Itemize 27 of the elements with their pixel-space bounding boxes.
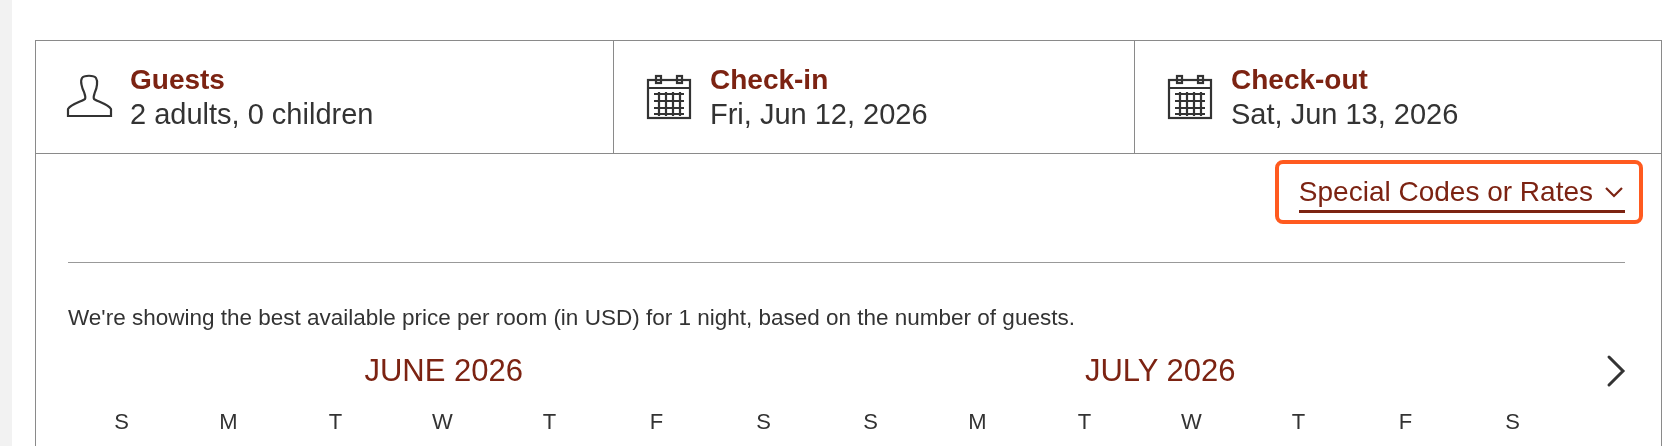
calendar-icon bbox=[1165, 72, 1215, 122]
weekday-label: S bbox=[114, 409, 129, 435]
field-value[interactable]: Sat, Jun 13, 2026 bbox=[1231, 97, 1459, 131]
weekday-label: F bbox=[649, 409, 664, 435]
month-title: JULY 2026 bbox=[1085, 353, 1236, 389]
field-label: Check-out bbox=[1231, 63, 1369, 96]
weekday-label: W bbox=[1181, 409, 1202, 435]
field-label: Guests bbox=[130, 63, 226, 96]
price-note: We're showing the best available price per room (in USD) for 1 night, based on the number of guests. bbox=[68, 305, 1076, 331]
special-codes-link[interactable]: Special Codes or Rates bbox=[1274, 160, 1643, 224]
field-value[interactable]: 2 adults, 0 children bbox=[130, 97, 374, 131]
weekday-label: M bbox=[219, 409, 238, 435]
month-title: JUNE 2026 bbox=[364, 353, 523, 389]
weekday-label: T bbox=[542, 409, 557, 435]
weekday-label: W bbox=[432, 409, 453, 435]
weekday-label: T bbox=[1291, 409, 1306, 435]
weekday-label: T bbox=[328, 409, 343, 435]
field-value[interactable]: Fri, Jun 12, 2026 bbox=[710, 97, 928, 131]
weekday-label: F bbox=[1398, 409, 1413, 435]
weekday-label: S bbox=[863, 409, 878, 435]
calendar-icon bbox=[644, 72, 694, 122]
field-label: Check-in bbox=[710, 63, 830, 96]
weekday-label: T bbox=[1077, 409, 1092, 435]
weekday-label: S bbox=[1505, 409, 1520, 435]
weekday-label: M bbox=[968, 409, 987, 435]
chevron-icon bbox=[1603, 184, 1625, 199]
weekday-label: S bbox=[756, 409, 771, 435]
